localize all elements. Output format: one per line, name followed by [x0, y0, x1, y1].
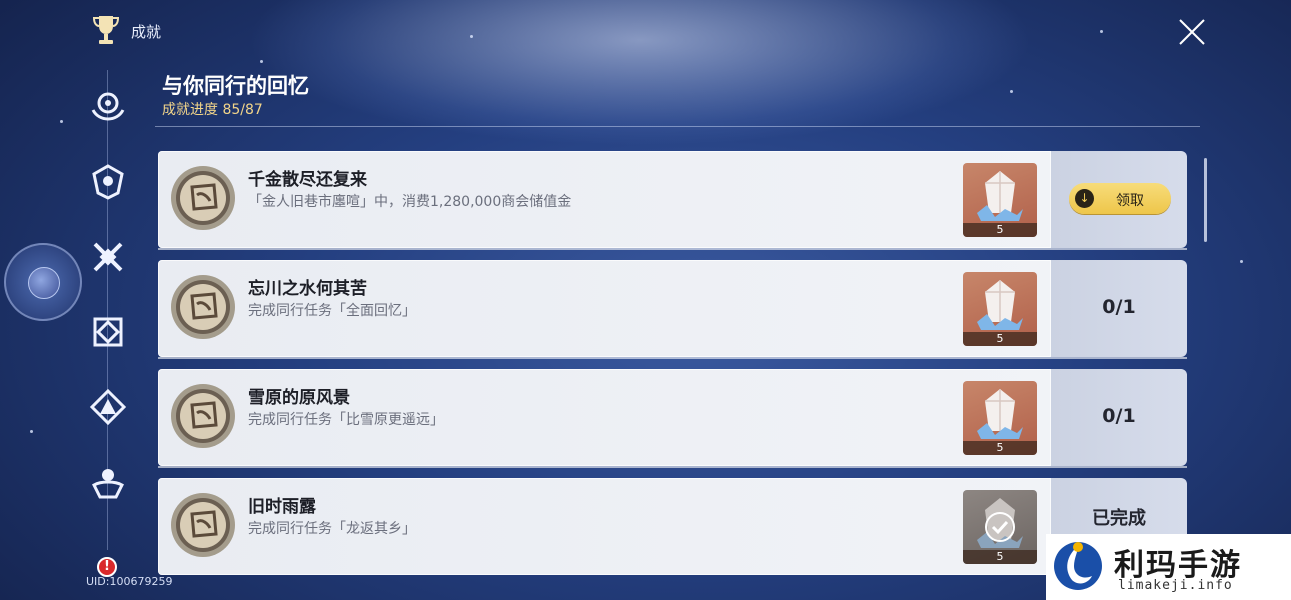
star — [60, 120, 63, 123]
achievement-card: 千金散尽还复来 「金人旧巷市廛喧」中，消费1,280,000商会储值金 5 ↓ … — [158, 151, 1187, 250]
trophy-icon — [93, 16, 119, 44]
crystal-icon — [977, 171, 1023, 221]
category-emblem-2-icon — [92, 164, 124, 200]
card-underline — [158, 357, 1187, 359]
reward-slot[interactable]: 5 — [963, 381, 1037, 455]
download-arrow-icon: ↓ — [1075, 189, 1094, 208]
crystal-icon — [977, 389, 1023, 439]
reward-slot[interactable]: 5 — [963, 490, 1037, 564]
category-emblem-4-icon — [93, 317, 123, 347]
claim-label: 领取 — [1116, 193, 1144, 209]
watermark-site: limakeji.info — [1118, 578, 1233, 593]
card-underline — [158, 248, 1187, 250]
progress-count: 0/1 — [1102, 405, 1136, 427]
crystal-icon — [977, 280, 1023, 330]
achievement-medal-icon — [171, 166, 235, 230]
claim-button[interactable]: ↓ 领取 — [1069, 183, 1171, 214]
reward-quantity: 5 — [963, 332, 1037, 346]
reward-quantity: 5 — [963, 550, 1037, 564]
star — [1100, 30, 1103, 33]
page-title: 与你同行的回忆 — [162, 74, 309, 98]
category-emblem-6-icon — [92, 469, 124, 499]
reward-quantity: 5 — [963, 223, 1037, 237]
reward-slot[interactable]: 5 — [963, 272, 1037, 346]
achievement-desc: 完成同行任务「龙返其乡」 — [248, 521, 416, 537]
star — [1010, 90, 1013, 93]
header-divider — [155, 126, 1200, 127]
category-tab-5[interactable] — [89, 388, 127, 426]
watermark-logo-icon — [1054, 542, 1102, 590]
close-icon[interactable] — [1176, 16, 1208, 48]
category-tab-4[interactable] — [89, 313, 127, 351]
achievement-title: 雪原的原风景 — [248, 388, 350, 408]
companion-portrait — [28, 267, 60, 299]
scrollbar[interactable] — [1204, 158, 1207, 242]
category-emblem-1-icon — [91, 92, 125, 121]
app-title: 成就 — [131, 23, 162, 41]
achievement-medal-icon — [171, 493, 235, 557]
category-tab-2[interactable] — [89, 163, 127, 201]
achievement-desc: 完成同行任务「比雪原更遥远」 — [248, 412, 444, 428]
companion-avatar[interactable] — [4, 243, 82, 321]
card-underline — [158, 466, 1187, 468]
reward-slot[interactable]: 5 — [963, 163, 1037, 237]
category-emblem-5-icon — [89, 388, 127, 426]
achievement-desc: 「金人旧巷市廛喧」中，消费1,280,000商会储值金 — [248, 194, 572, 210]
achievement-card: 雪原的原风景 完成同行任务「比雪原更遥远」 5 0/1 — [158, 369, 1187, 468]
category-emblem-3-icon — [93, 242, 123, 272]
progress-count: 0/1 — [1102, 296, 1136, 318]
user-uid: UID:100679259 — [86, 575, 173, 588]
category-tab-6[interactable] — [89, 463, 127, 501]
completed-label: 已完成 — [1092, 508, 1146, 529]
achievement-title: 忘川之水何其苦 — [248, 279, 367, 299]
achievement-desc: 完成同行任务「全面回忆」 — [248, 303, 416, 319]
achievement-title: 千金散尽还复来 — [248, 170, 367, 190]
achievement-medal-icon — [171, 275, 235, 339]
category-tab-3[interactable] — [89, 238, 127, 276]
achievement-medal-icon — [171, 384, 235, 448]
achievement-title: 旧时雨露 — [248, 497, 316, 517]
reward-quantity: 5 — [963, 441, 1037, 455]
achievement-card: 忘川之水何其苦 完成同行任务「全面回忆」 5 0/1 — [158, 260, 1187, 359]
star — [470, 35, 473, 38]
alert-icon[interactable]: ! — [97, 557, 117, 577]
star — [1240, 260, 1243, 263]
watermark: 利玛手游 limakeji.info — [1046, 534, 1291, 600]
achievement-card: 旧时雨露 完成同行任务「龙返其乡」 5 已完成 — [158, 478, 1187, 575]
star — [260, 60, 263, 63]
achievement-progress: 成就进度 85/87 — [162, 102, 263, 118]
checkmark-icon — [985, 512, 1015, 542]
star — [30, 430, 33, 433]
category-tab-1[interactable] — [89, 88, 127, 126]
